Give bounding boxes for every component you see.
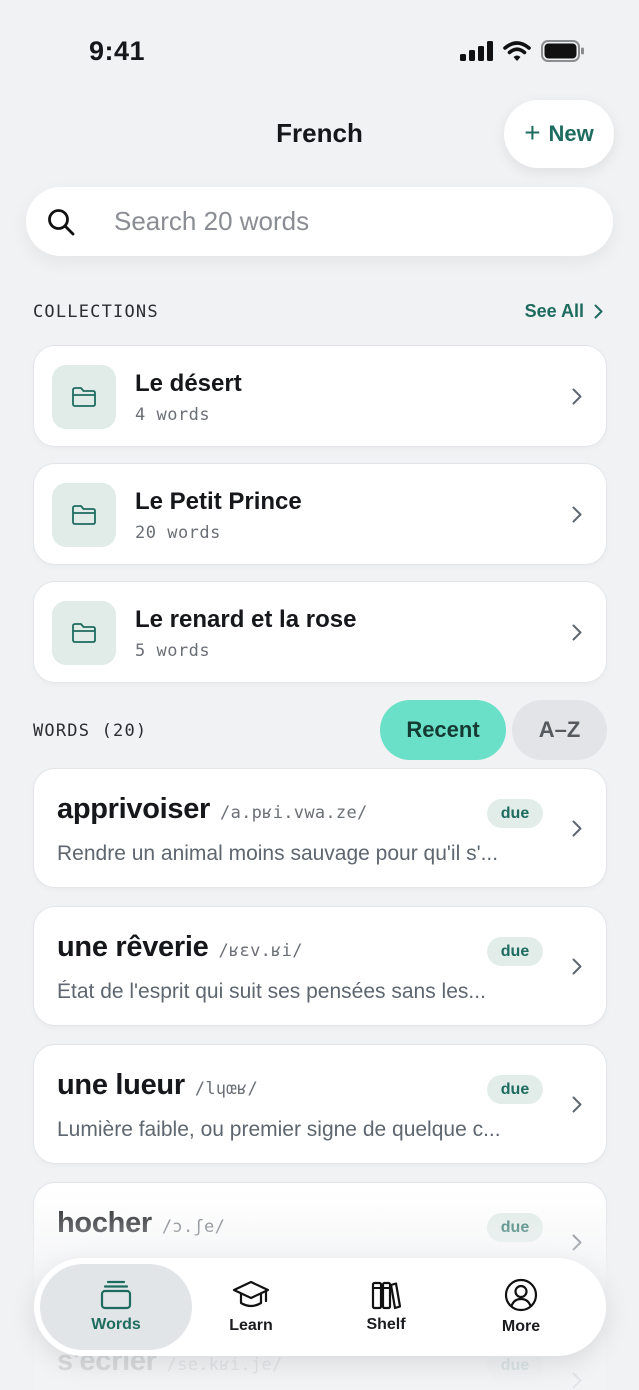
tab-label: More [501,1318,541,1335]
tab-shelf[interactable]: Shelf [310,1264,462,1350]
folder-icon-box [52,601,116,665]
word-ipa: /a.pʁi.vwa.ze/ [220,803,368,823]
folder-icon-box [52,365,116,429]
chevron-right-icon [572,1234,582,1251]
chevron-right-icon [572,820,582,837]
word-term: apprivoiser [57,793,211,825]
tab-words[interactable]: Words [40,1264,192,1350]
collection-count: 20 words [135,523,221,543]
word-ipa: /lɥœʁ/ [194,1079,259,1099]
search-input[interactable] [114,187,594,256]
word-term-line: apprivoiser/a.pʁi.vwa.ze/ [57,793,368,826]
folder-icon-box [52,483,116,547]
tab-label: Shelf [366,1316,406,1333]
signal-icon [460,41,493,61]
collection-name: Le désert [135,370,242,397]
battery-icon [541,40,584,62]
due-badge: due [487,937,543,966]
wifi-icon [503,40,531,61]
folder-icon [72,505,96,525]
graduation-cap-icon [232,1280,270,1308]
sort-az-button[interactable]: A–Z [512,700,607,760]
collection-name: Le renard et la rose [135,606,357,633]
tab-learn[interactable]: Learn [175,1264,327,1350]
tab-bar: Words Learn Shelf More [34,1258,606,1356]
person-icon [504,1278,538,1312]
word-term: hocher [57,1207,152,1239]
word-definition: État de l'esprit qui suit ses pensées sa… [57,980,486,1003]
status-icons [460,40,585,62]
see-all-link[interactable]: See All [525,301,603,322]
tab-label: Learn [229,1317,273,1334]
chevron-right-icon [572,388,582,405]
collection-count: 4 words [135,405,211,425]
chevron-right-icon [572,1096,582,1113]
plus-icon: + [524,117,541,148]
word-ipa: /ɔ.ʃe/ [161,1217,226,1237]
folder-icon [72,387,96,407]
see-all-label: See All [524,301,584,321]
books-icon [371,1281,402,1310]
word-term-line: hocher/ɔ.ʃe/ [57,1207,225,1240]
collection-item[interactable]: Le Petit Prince 20 words [33,463,607,565]
tab-more[interactable]: More [445,1264,597,1350]
status-bar: 9:41 [0,0,639,100]
search-icon [48,209,75,236]
search-bar[interactable] [26,187,613,256]
word-term-line: une lueur/lɥœʁ/ [57,1069,258,1102]
word-item[interactable]: une lueur/lɥœʁ/ due Lumière faible, ou p… [33,1044,607,1164]
word-term: une lueur [57,1069,185,1101]
chevron-right-icon [572,624,582,641]
collection-name: Le Petit Prince [135,488,302,515]
stack-icon [100,1280,132,1310]
collections-heading: COLLECTIONS [33,302,159,322]
collection-count: 5 words [135,641,211,661]
word-definition: Lumière faible, ou premier signe de quel… [57,1118,501,1141]
chevron-right-icon [572,506,582,523]
words-heading: WORDS (20) [33,721,148,741]
chevron-right-icon [594,304,603,319]
word-item[interactable]: une rêverie/ʁɛv.ʁi/ due État de l'esprit… [33,906,607,1026]
chevron-right-icon [572,1372,582,1389]
new-button-label: New [548,121,594,146]
collection-item[interactable]: Le renard et la rose 5 words [33,581,607,683]
due-badge: due [487,799,543,828]
word-definition: Rendre un animal moins sauvage pour qu'i… [57,842,499,865]
sort-recent-button[interactable]: Recent [380,700,506,760]
tab-label: Words [91,1316,141,1333]
new-button[interactable]: + New [504,100,614,168]
word-term-line: une rêverie/ʁɛv.ʁi/ [57,931,303,964]
status-time: 9:41 [89,36,146,66]
word-term: une rêverie [57,931,209,963]
folder-icon [72,623,96,643]
due-badge: due [487,1213,543,1242]
due-badge: due [487,1075,543,1104]
chevron-right-icon [572,958,582,975]
collection-item[interactable]: Le désert 4 words [33,345,607,447]
word-item[interactable]: apprivoiser/a.pʁi.vwa.ze/ due Rendre un … [33,768,607,888]
word-ipa: /se.kʁi.je/ [166,1355,283,1375]
word-ipa: /ʁɛv.ʁi/ [218,941,303,961]
